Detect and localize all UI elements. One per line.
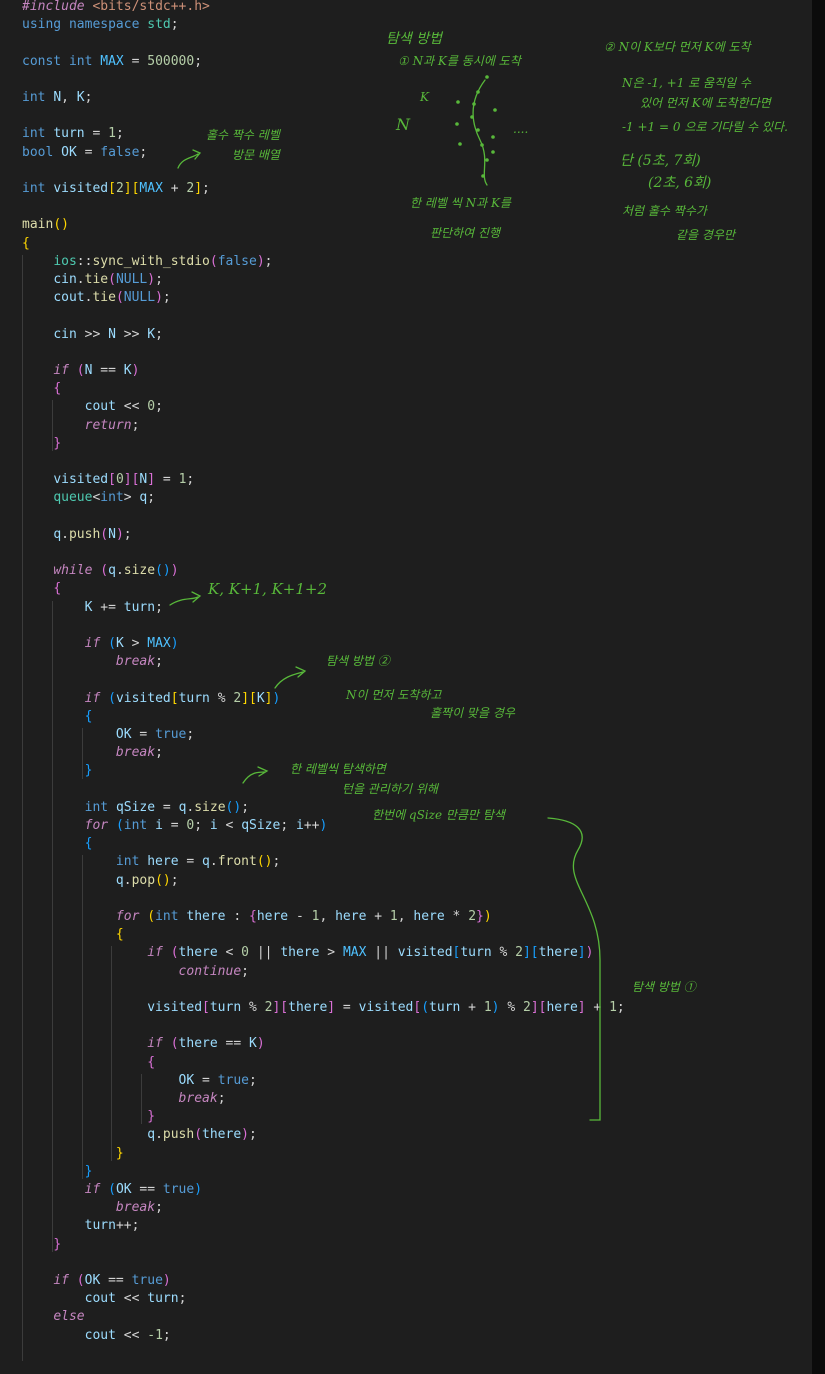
code-editor[interactable]: #include <bits/stdc++.h> using namespace … [0,0,812,1374]
vertical-scrollbar[interactable] [812,0,825,1374]
diagram-curve [472,79,488,186]
arrow-visited [177,149,202,169]
arrow-method2 [274,666,307,689]
arrow-k [169,591,202,606]
handwriting-strokes [169,75,601,1121]
bracket-line [547,817,601,1121]
arrow-level [242,766,269,784]
